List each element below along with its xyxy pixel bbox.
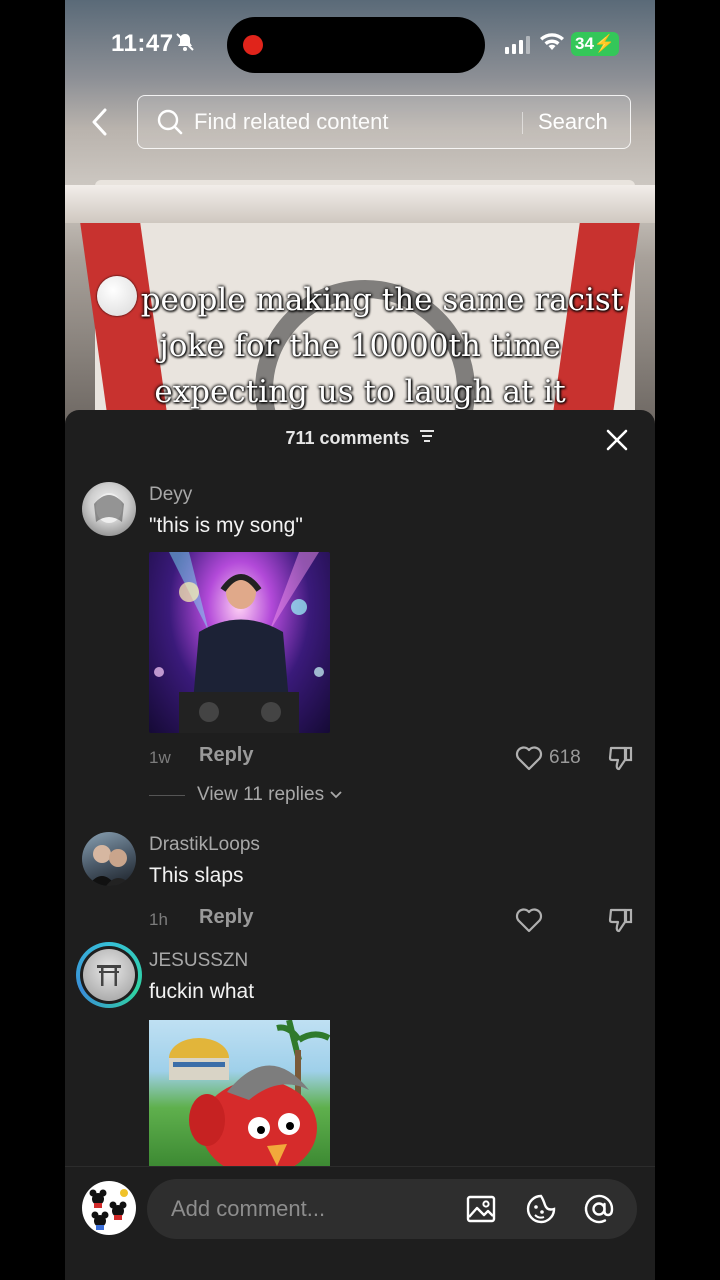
video-caption-text: people making the same racist joke for t… — [140, 282, 624, 410]
like-button[interactable] — [515, 906, 549, 934]
recording-indicator-icon — [243, 35, 263, 55]
avatar[interactable] — [82, 832, 136, 886]
search-input[interactable] — [194, 106, 514, 138]
avatar-art — [88, 845, 132, 886]
emoji-sticker-icon[interactable] — [525, 1193, 557, 1225]
comment-actions: 1h Reply — [149, 906, 639, 936]
app-frame: 11:47 34⚡ Search people making the — [65, 0, 655, 1280]
view-replies-button[interactable]: View 11 replies — [149, 784, 344, 806]
image-attach-icon[interactable] — [465, 1193, 497, 1225]
replies-divider-line — [149, 794, 185, 796]
wifi-icon — [540, 33, 564, 50]
dislike-icon[interactable] — [607, 906, 635, 934]
bird-image-art — [169, 1020, 330, 1166]
video-cup-rim — [65, 185, 655, 223]
reply-button[interactable]: Reply — [199, 906, 253, 929]
back-arrow-icon[interactable] — [85, 104, 115, 140]
add-comment-field[interactable] — [147, 1179, 637, 1239]
white-circle-icon — [96, 276, 137, 316]
torii-gate-icon — [97, 965, 121, 986]
comment-username[interactable]: DrastikLoops — [149, 834, 260, 856]
search-bar[interactable]: Search — [137, 95, 631, 149]
avatar-image — [83, 949, 135, 1001]
avatar-with-story-ring[interactable] — [76, 942, 142, 1008]
comment-age: 1w — [149, 748, 171, 767]
avatar — [80, 946, 138, 1004]
close-icon[interactable] — [605, 428, 629, 452]
search-icon — [157, 109, 183, 135]
avatar-art — [94, 493, 124, 523]
mickey-mouse-pattern-icon — [89, 1189, 128, 1230]
my-avatar[interactable] — [82, 1181, 136, 1235]
search-button[interactable]: Search — [538, 106, 608, 138]
heart-icon — [515, 908, 543, 933]
comment-actions: 1w Reply 618 — [149, 744, 639, 774]
heart-icon — [515, 746, 543, 771]
comment-input[interactable] — [171, 1193, 451, 1225]
comment-text: fuckin what — [149, 980, 255, 1003]
comment-username[interactable]: Deyy — [149, 484, 192, 506]
mention-icon[interactable] — [583, 1193, 615, 1225]
comments-panel: 711 comments Deyy "this is my song" 1w R… — [65, 410, 655, 1280]
dj-image-art — [154, 552, 324, 733]
comments-header: 711 comments — [65, 428, 655, 449]
dynamic-island — [227, 17, 485, 73]
status-bar: 11:47 34⚡ — [65, 0, 655, 90]
like-button[interactable]: 618 — [515, 744, 581, 772]
search-divider — [522, 112, 523, 134]
battery-indicator: 34⚡ — [571, 32, 620, 56]
comment-username[interactable]: JESUSSZN — [149, 950, 248, 972]
chevron-down-icon — [330, 791, 342, 799]
video-caption: people making the same racist joke for t… — [95, 276, 625, 415]
dislike-icon[interactable] — [607, 744, 635, 772]
comment-image-dj-police[interactable] — [149, 552, 330, 733]
muted-bell-icon — [176, 33, 194, 51]
comment-age: 1h — [149, 910, 168, 929]
comment-text: "this is my song" — [149, 514, 303, 537]
comments-count: 711 comments — [285, 428, 410, 448]
view-replies-label: View 11 replies — [197, 784, 325, 805]
cellular-signal-icon — [505, 36, 530, 54]
battery-level: 34 — [575, 34, 594, 53]
comment-image-angry-bird[interactable] — [149, 1020, 330, 1166]
sort-filter-icon[interactable] — [419, 429, 435, 443]
reply-button[interactable]: Reply — [199, 744, 253, 767]
status-time: 11:47 — [111, 30, 174, 57]
like-count: 618 — [549, 747, 581, 768]
avatar[interactable] — [82, 482, 136, 536]
comment-composer — [65, 1166, 655, 1280]
comment-text: This slaps — [149, 864, 244, 887]
